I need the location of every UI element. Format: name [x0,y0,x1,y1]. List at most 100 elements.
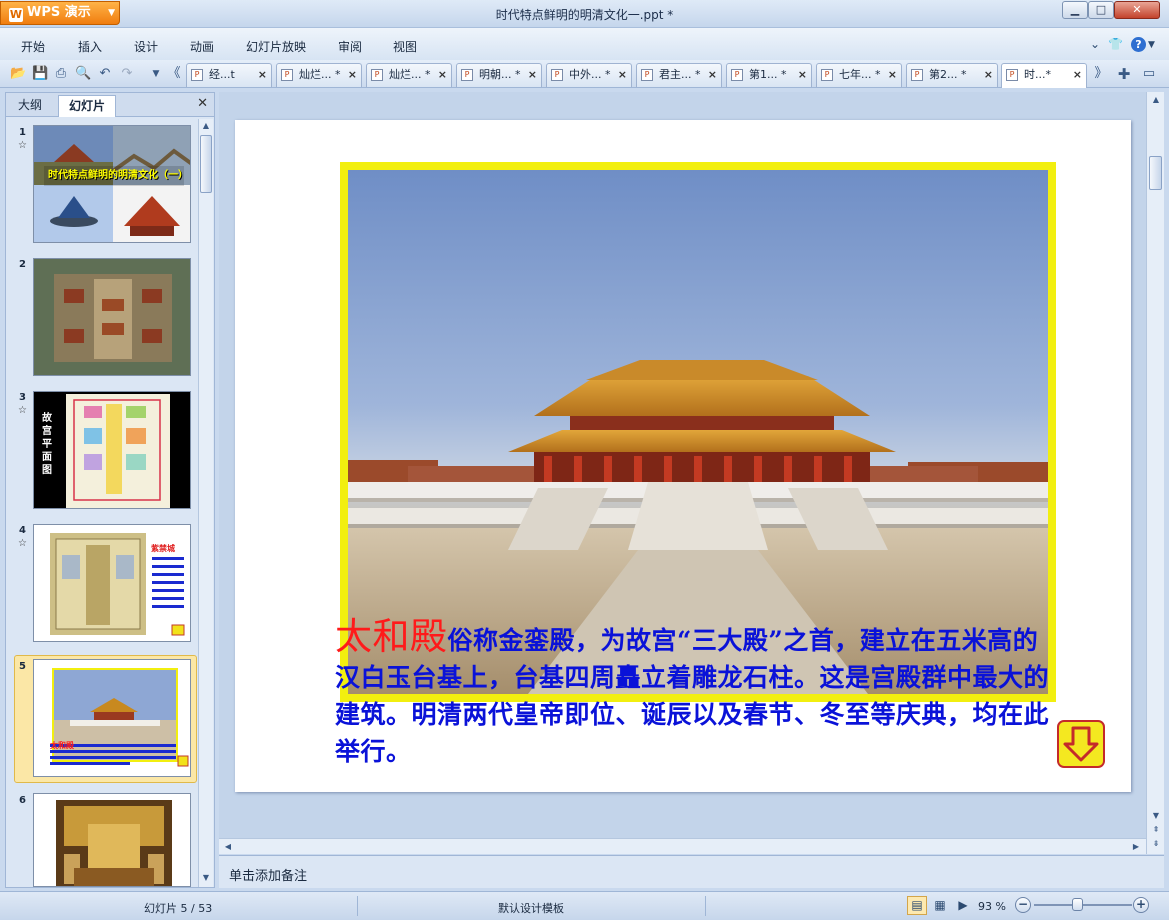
doc-tab[interactable]: P 中外... * × [546,63,632,87]
slide-4-caption: 紫禁城 [151,544,175,553]
next-slide-icon[interactable]: ⇟ [1149,838,1163,850]
scroll-up-icon[interactable]: ▲ [1149,94,1163,106]
menu-animation[interactable]: 动画 [190,38,214,55]
slide-thumbnail-3[interactable]: 故宫平面图 [33,391,191,509]
close-tab-icon[interactable]: × [438,64,447,86]
close-window-button[interactable]: ✕ [1114,1,1160,19]
slide-thumbnail-6[interactable] [33,793,191,887]
vertical-scrollbar[interactable]: ▲ ▼ ⇞ ⇟ [1146,92,1164,854]
next-slide-arrow-button[interactable] [1057,720,1105,768]
menu-view[interactable]: 视图 [393,38,417,55]
horizontal-scrollbar[interactable]: ◀ ▶ [219,838,1146,854]
close-tab-icon[interactable]: × [618,64,627,86]
design-template-label: 默认设计模板 [498,902,564,915]
zoom-slider-knob[interactable] [1072,898,1083,911]
normal-view-icon[interactable]: ▤ [907,896,927,915]
ppt-file-icon: P [191,69,203,81]
redo-icon[interactable]: ↷ [119,66,135,82]
doc-tab[interactable]: P 七年... * × [816,63,902,87]
menu-insert[interactable]: 插入 [78,38,102,55]
scroll-left-icon[interactable]: ◀ [221,840,235,854]
slideshow-view-icon[interactable]: ▶ [953,896,973,915]
slide-sorter-view-icon[interactable]: ▦ [930,896,950,915]
help-icon[interactable]: ? [1131,37,1146,52]
slide-panel: 大纲 幻灯片 ✕ 1 ☆ 时代特点鲜明的明清文化（一） 2 3 ☆ 故宫平面图 … [5,92,215,888]
minimize-button[interactable]: ▁ [1062,1,1088,19]
open-folder-icon[interactable]: 📂 [10,66,26,82]
slide-number: 3 [19,392,26,403]
zoom-in-icon[interactable]: + [1133,897,1149,913]
slide-number: 6 [19,795,26,806]
slide-thumbnail-4[interactable]: 紫禁城 [33,524,191,642]
tab-scroll-left-icon[interactable]: 《 [166,66,182,82]
scroll-right-icon[interactable]: ▶ [1129,840,1143,854]
ppt-file-icon: P [1006,69,1018,81]
doc-tab[interactable]: P 第2... * × [906,63,998,87]
skin-icon[interactable]: 👕 [1108,37,1123,51]
doc-tab[interactable]: P 第1... * × [726,63,812,87]
save-icon[interactable]: 💾 [32,66,48,82]
doc-tab[interactable]: P 明朝... * × [456,63,542,87]
zoom-slider-track[interactable] [1034,904,1132,906]
close-tab-icon[interactable]: × [1073,64,1082,86]
doc-tab[interactable]: P 灿烂... * × [276,63,362,87]
new-tab-icon[interactable]: ✚ [1116,66,1132,82]
doc-tab-active[interactable]: P 时...* × [1001,63,1087,88]
close-tab-icon[interactable]: × [984,64,993,86]
maximize-button[interactable]: □ [1088,1,1114,19]
close-tab-icon[interactable]: × [798,64,807,86]
close-tab-icon[interactable]: × [258,64,267,86]
help-dropdown-icon[interactable]: ▼ [1148,40,1155,50]
slide-1-preview [34,126,190,242]
close-tab-icon[interactable]: × [888,64,897,86]
print-preview-icon[interactable]: 🔍 [75,66,91,82]
scroll-down-icon[interactable]: ▼ [1149,810,1163,822]
menu-home[interactable]: 开始 [21,38,45,55]
undo-icon[interactable]: ↶ [97,66,113,82]
slide-1-title: 时代特点鲜明的明清文化（一） [48,170,188,181]
ppt-file-icon: P [461,69,473,81]
tab-outline[interactable]: 大纲 [8,95,52,117]
print-icon[interactable]: ⎙ [53,66,69,82]
slide-5-preview [34,660,190,776]
scroll-down-icon[interactable]: ▼ [199,871,213,885]
slide-counter: 幻灯片 5 / 53 [144,902,213,915]
notes-pane[interactable]: 单击添加备注 [219,855,1164,888]
menu-slideshow[interactable]: 幻灯片放映 [246,38,306,55]
scroll-up-icon[interactable]: ▲ [199,119,213,133]
slide-body-text[interactable]: 太和殿俗称金銮殿，为故宫“三大殿”之首，建立在五米高的汉白玉台基上，台基四周矗立… [335,618,1055,770]
tab-scroll-right-icon[interactable]: 》 [1093,66,1109,82]
tab-list-icon[interactable]: ▭ [1141,66,1157,82]
status-bar: 幻灯片 5 / 53 默认设计模板 ▤ ▦ ▶ 93 % − + [0,891,1169,920]
title-bar: W WPS 演示 ▼ 时代特点鲜明的明清文化一.ppt * ▁ □ ✕ [0,0,1169,28]
slide-number: 1 [19,127,26,138]
scroll-thumb[interactable] [1149,156,1162,190]
scroll-thumb[interactable] [200,135,212,193]
doc-tab[interactable]: P 灿烂... * × [366,63,452,87]
slide-number: 2 [19,259,26,270]
tab-slides[interactable]: 幻灯片 [58,95,117,117]
slide-canvas[interactable]: 太和殿俗称金銮殿，为故宫“三大殿”之首，建立在五米高的汉白玉台基上，台基四周矗立… [235,120,1131,792]
slide-3-preview [34,392,190,508]
doc-tab[interactable]: P 经...t × [186,63,272,87]
slide-thumbnail-2[interactable] [33,258,191,376]
window-title: 时代特点鲜明的明清文化一.ppt * [495,8,674,22]
close-panel-icon[interactable]: ✕ [197,96,208,111]
close-tab-icon[interactable]: × [348,64,357,86]
panel-scrollbar[interactable]: ▲ ▼ [198,119,213,887]
doc-tab[interactable]: P 君主... * × [636,63,722,87]
chevron-down-icon[interactable]: ⌄ [1090,37,1100,51]
palace-illustration [348,360,1048,694]
notes-placeholder: 单击添加备注 [229,869,308,884]
menu-review[interactable]: 审阅 [338,38,362,55]
zoom-out-icon[interactable]: − [1015,897,1031,913]
ppt-file-icon: P [641,69,653,81]
slide-thumbnail-5[interactable]: 太和殿 [33,659,191,777]
previous-slide-icon[interactable]: ⇞ [1149,824,1163,836]
menu-design[interactable]: 设计 [134,38,158,55]
toolbar-dropdown-icon[interactable]: ▼ [148,66,164,82]
close-tab-icon[interactable]: × [708,64,717,86]
close-tab-icon[interactable]: × [528,64,537,86]
panel-tabs: 大纲 幻灯片 ✕ [6,93,214,117]
slide-thumbnail-1[interactable]: 时代特点鲜明的明清文化（一） [33,125,191,243]
